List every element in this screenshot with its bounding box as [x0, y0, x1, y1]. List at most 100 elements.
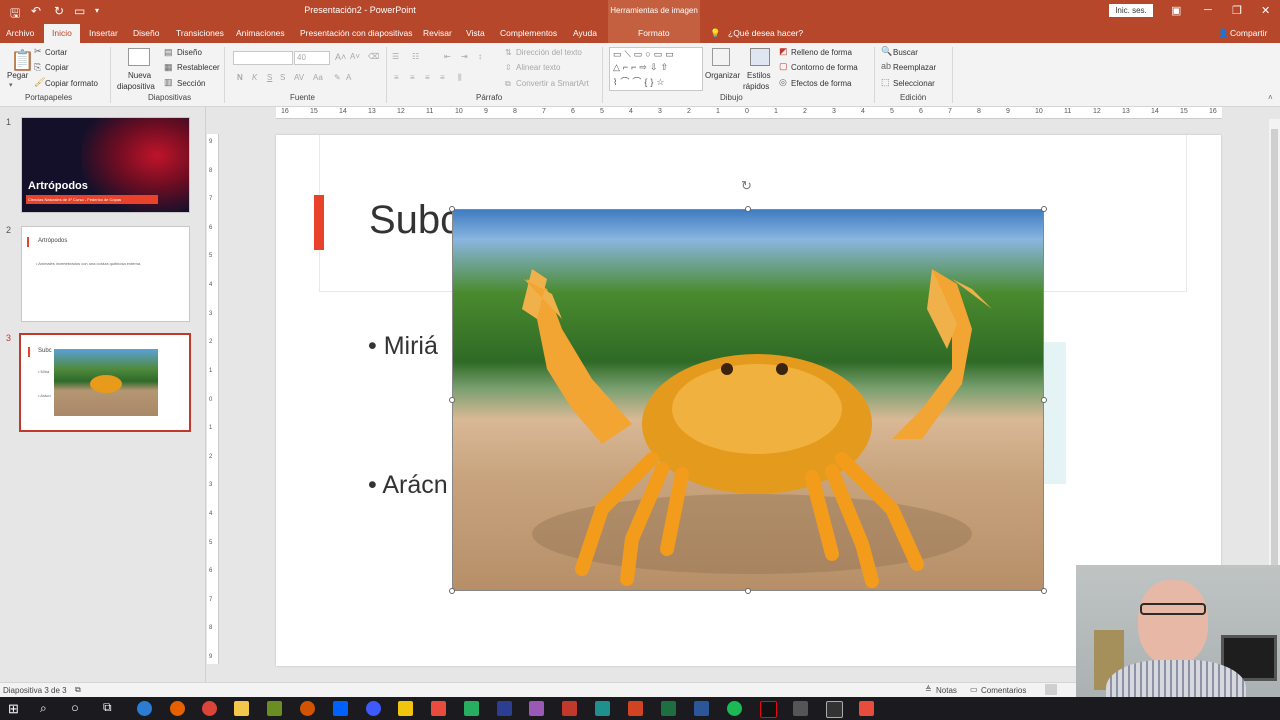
resize-handle[interactable] — [449, 397, 455, 403]
minimize-icon[interactable]: ─ — [1204, 4, 1212, 16]
app-icon[interactable] — [497, 701, 512, 716]
shapes-row-1[interactable]: ▭⟍▭○▭▭ — [613, 49, 677, 60]
layout-button[interactable]: Diseño — [177, 48, 202, 57]
align-right-icon[interactable]: ≡ — [425, 73, 430, 82]
increase-font-icon[interactable]: A˄ — [335, 52, 346, 62]
select-button[interactable]: Seleccionar — [893, 79, 935, 88]
spellcheck-icon[interactable]: ⧉ — [75, 685, 81, 695]
shape-outline-button[interactable]: Contorno de forma — [791, 63, 858, 72]
resize-handle[interactable] — [1041, 206, 1047, 212]
rotate-handle-icon[interactable]: ↻ — [741, 178, 752, 194]
app-icon[interactable] — [431, 701, 446, 716]
font-family-select[interactable] — [233, 51, 293, 65]
tab-diseno[interactable]: Diseño — [133, 28, 159, 38]
resize-handle[interactable] — [1041, 397, 1047, 403]
acrobat-icon[interactable] — [562, 701, 577, 716]
scrollbar-thumb[interactable] — [1271, 129, 1278, 569]
shapes-gallery[interactable]: ▭⟍▭○▭▭ △⌐⌐⇨⇩⇧ ⌇⌒⌒{}☆ — [609, 47, 703, 91]
new-slide-icon[interactable] — [128, 48, 150, 66]
firefox-icon[interactable] — [170, 701, 185, 716]
paste-dropdown-icon[interactable]: ▾ — [9, 81, 13, 89]
tell-me-input[interactable]: ¿Qué desea hacer? — [728, 28, 803, 38]
slide-thumbnail-2[interactable]: Artrópodos • Animales invertebrados con … — [21, 226, 190, 322]
shadow-button[interactable]: S — [280, 73, 285, 82]
paste-icon[interactable]: 📋 — [10, 48, 35, 73]
app-icon[interactable] — [826, 701, 843, 718]
comments-button[interactable]: Comentarios — [981, 686, 1026, 695]
restore-icon[interactable]: ❐ — [1232, 4, 1242, 17]
format-painter-button[interactable]: Copiar formato — [45, 79, 98, 88]
tab-transiciones[interactable]: Transiciones — [176, 28, 224, 38]
app-icon[interactable] — [398, 701, 413, 716]
align-center-icon[interactable]: ≡ — [410, 73, 415, 82]
change-case-button[interactable]: Aa — [313, 73, 323, 82]
tab-animaciones[interactable]: Animaciones — [236, 28, 285, 38]
replace-button[interactable]: Reemplazar — [893, 63, 936, 72]
excel-icon[interactable] — [661, 701, 676, 716]
align-left-icon[interactable]: ≡ — [394, 73, 399, 82]
numbering-icon[interactable]: ☷ — [412, 52, 419, 61]
shapes-row-3[interactable]: ⌇⌒⌒{}☆ — [613, 75, 667, 88]
underline-button[interactable]: S — [267, 73, 272, 82]
outdent-icon[interactable]: ⇥ — [461, 52, 468, 61]
tab-revisar[interactable]: Revisar — [423, 28, 452, 38]
tab-formato[interactable]: Formato — [638, 28, 670, 38]
slide-thumbnail-3[interactable]: Subc • Miria • Arácn — [19, 333, 191, 432]
tab-vista[interactable]: Vista — [466, 28, 485, 38]
shapes-row-2[interactable]: △⌐⌐⇨⇩⇧ — [613, 62, 671, 73]
signin-button[interactable]: Inic. ses. — [1109, 4, 1153, 17]
file-explorer-icon[interactable] — [234, 701, 249, 716]
shape-fill-button[interactable]: Relleno de forma — [791, 48, 852, 57]
collapse-ribbon-icon[interactable]: ˄ — [1268, 93, 1273, 102]
powerpoint-red-icon[interactable] — [595, 701, 610, 716]
section-button[interactable]: Sección — [177, 79, 205, 88]
paste-button[interactable]: Pegar — [7, 71, 28, 80]
font-size-select[interactable]: 40 — [294, 51, 330, 65]
new-slide-button[interactable]: Nueva — [128, 71, 151, 80]
resize-handle[interactable] — [745, 588, 751, 594]
quick-styles-button[interactable]: Estilos — [747, 71, 771, 80]
close-icon[interactable]: ✕ — [1261, 4, 1270, 17]
slide-title[interactable]: Subc — [369, 198, 460, 243]
tab-complementos[interactable]: Complementos — [500, 28, 557, 38]
app-icon[interactable] — [529, 701, 544, 716]
calculator-icon[interactable] — [793, 701, 808, 716]
columns-icon[interactable]: ⫼ — [458, 73, 462, 83]
char-spacing-button[interactable]: AV — [294, 73, 304, 82]
ribbon-display-icon[interactable]: ▣ — [1171, 4, 1181, 17]
search-icon[interactable]: ⌕ — [40, 701, 47, 716]
quick-styles-button-line2[interactable]: rápidos — [743, 82, 769, 91]
edge-icon[interactable] — [137, 701, 152, 716]
reset-button[interactable]: Restablecer — [177, 63, 220, 72]
notes-button[interactable]: Notas — [936, 686, 957, 695]
windows-start-icon[interactable]: ⊞ — [8, 701, 19, 717]
netflix-icon[interactable] — [760, 701, 777, 718]
resize-handle[interactable] — [449, 206, 455, 212]
find-button[interactable]: Buscar — [893, 48, 918, 57]
align-text-button[interactable]: Alinear texto — [516, 63, 560, 72]
convert-smartart-button[interactable]: Convertir a SmartArt — [516, 79, 589, 88]
tab-presentacion[interactable]: Presentación con diapositivas — [300, 28, 412, 38]
quick-styles-icon[interactable] — [750, 48, 770, 66]
spotify-icon[interactable] — [727, 701, 742, 716]
bullets-icon[interactable]: ☰ — [392, 52, 399, 61]
text-direction-button[interactable]: Dirección del texto — [516, 48, 582, 57]
app-icon[interactable] — [464, 701, 479, 716]
slide-thumbnail-1[interactable]: Artrópodos Ciencias Naturales de 4º Curs… — [21, 117, 190, 213]
font-color-icon[interactable]: A — [346, 73, 351, 82]
tab-ayuda[interactable]: Ayuda — [573, 28, 597, 38]
app-icon[interactable] — [859, 701, 874, 716]
share-button[interactable]: Compartir — [1230, 28, 1267, 38]
dropbox-icon[interactable] — [333, 701, 348, 716]
normal-view-icon[interactable] — [1045, 684, 1057, 695]
tab-archivo[interactable]: Archivo — [6, 28, 34, 38]
clear-format-icon[interactable]: ⌫ — [368, 52, 379, 61]
tab-inicio[interactable]: Inicio — [44, 24, 80, 43]
word-icon[interactable] — [694, 701, 709, 716]
resize-handle[interactable] — [449, 588, 455, 594]
highlight-icon[interactable]: ✎ — [334, 73, 341, 82]
shape-effects-button[interactable]: Efectos de forma — [791, 79, 851, 88]
slide-bullet-1[interactable]: • Miriá — [368, 332, 438, 361]
task-view-icon[interactable]: ⧉ — [103, 700, 112, 715]
app-icon[interactable] — [300, 701, 315, 716]
